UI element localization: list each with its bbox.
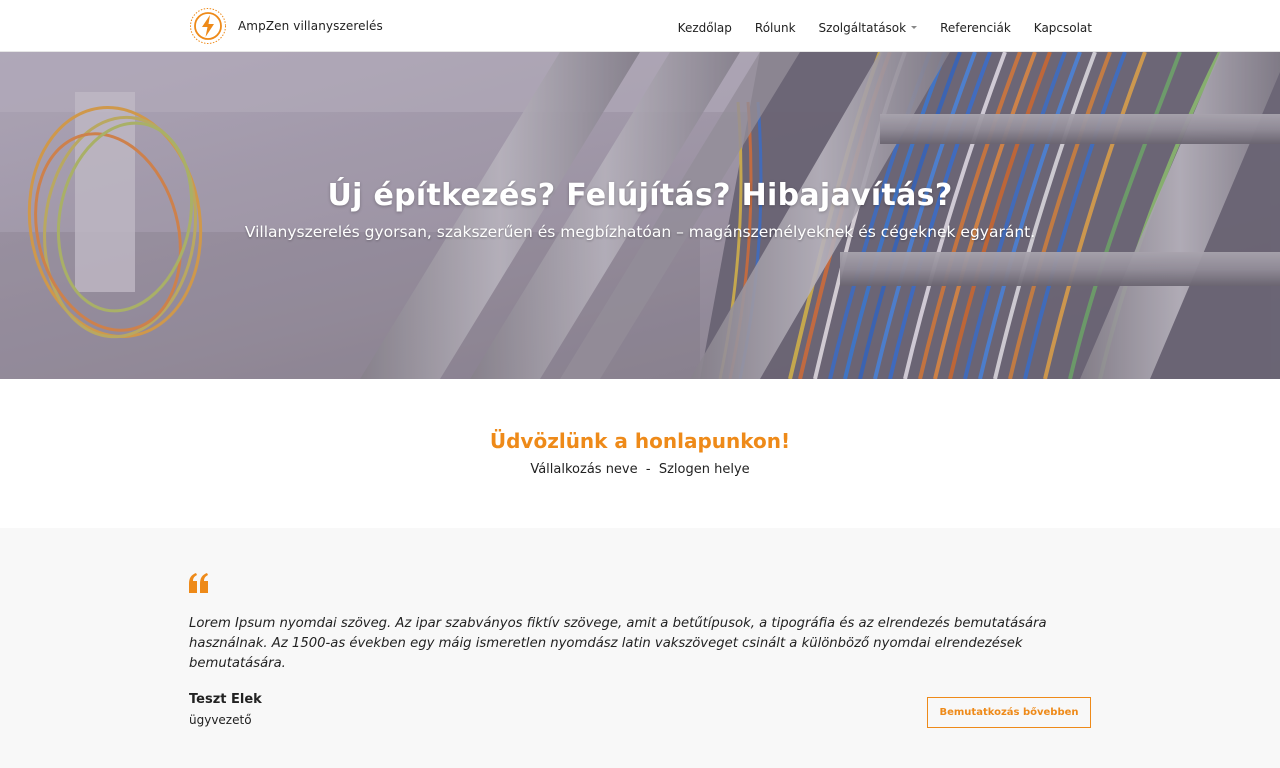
main-nav: Kezdőlap Rólunk Szolgáltatások Referenci… (655, 0, 1092, 52)
testimonial-author-name: Teszt Elek (189, 692, 262, 707)
chevron-down-icon (911, 26, 918, 29)
nav-about[interactable]: Rólunk (755, 21, 796, 35)
welcome-heading: Üdvözlünk a honlapunkon! (489, 429, 791, 453)
brand-name: AmpZen villanyszerelés (238, 19, 383, 33)
hero-banner: Új építkezés? Felújítás? Hibajavítás? Vi… (0, 52, 1280, 379)
hero-title: Új építkezés? Felújítás? Hibajavítás? (327, 178, 953, 213)
about-more-button[interactable]: Bemutatkozás bővebben (927, 697, 1091, 728)
hero-background-image (0, 52, 1280, 379)
testimonial-author-role: ügyvezető (189, 713, 252, 727)
nav-services[interactable]: Szolgáltatások (819, 21, 918, 35)
nav-contact[interactable]: Kapcsolat (1034, 21, 1092, 35)
nav-home[interactable]: Kezdőlap (678, 21, 732, 35)
quote-icon (189, 573, 208, 593)
brand-link[interactable]: AmpZen villanyszerelés (189, 6, 383, 46)
nav-services-label: Szolgáltatások (818, 20, 907, 35)
welcome-tagline: Vállalkozás neve - Szlogen helye (530, 462, 750, 477)
welcome-section: Üdvözlünk a honlapunkon! Vállalkozás nev… (0, 379, 1280, 528)
lightning-bolt-logo-icon (190, 8, 226, 44)
hero-subtitle: Villanyszerelés gyorsan, szakszerűen és … (244, 223, 1036, 241)
top-navbar: AmpZen villanyszerelés Kezdőlap Rólunk S… (0, 0, 1280, 52)
nav-references[interactable]: Referenciák (940, 21, 1011, 35)
testimonial-quote: Lorem Ipsum nyomdai szöveg. Az ipar szab… (189, 616, 1047, 671)
testimonial-section: Lorem Ipsum nyomdai szöveg. Az ipar szab… (0, 528, 1280, 768)
